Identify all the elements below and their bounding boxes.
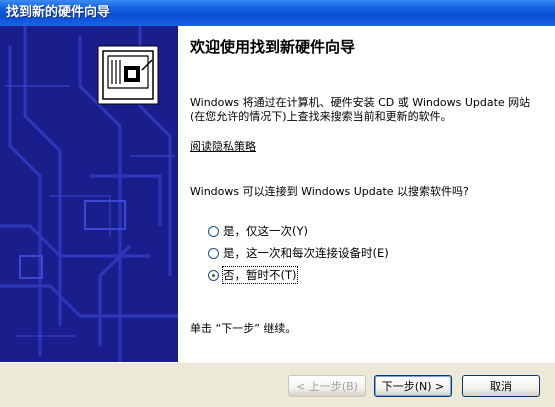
hardware-card-icon bbox=[97, 45, 159, 105]
wizard-content: 欢迎使用找到新硬件向导 Windows 将通过在计算机、硬件安装 CD 或 Wi… bbox=[178, 26, 555, 362]
wizard-description: Windows 将通过在计算机、硬件安装 CD 或 Windows Update… bbox=[190, 96, 531, 123]
option-yes-every-time-label: 是，这一次和每次连接设备时(E) bbox=[223, 246, 389, 260]
radio-yes-this-time[interactable] bbox=[208, 225, 219, 237]
privacy-policy-link[interactable]: 阅读隐私策略 bbox=[190, 138, 256, 154]
cancel-button[interactable]: 取消 bbox=[462, 375, 540, 397]
option-yes-every-time[interactable]: 是，这一次和每次连接设备时(E) bbox=[208, 245, 389, 261]
option-yes-this-time[interactable]: 是，仅这一次(Y) bbox=[208, 223, 308, 239]
continue-instruction: 单击 “下一步” 继续。 bbox=[190, 322, 297, 335]
wizard-side-panel bbox=[0, 26, 178, 362]
radio-yes-every-time[interactable] bbox=[208, 247, 219, 259]
back-button[interactable]: < 上一步(B) bbox=[288, 375, 366, 397]
update-question: Windows 可以连接到 Windows Update 以搜索软件吗? bbox=[190, 185, 469, 198]
window-title: 找到新的硬件向导 bbox=[6, 5, 111, 20]
circuit-pattern-graphic bbox=[0, 26, 178, 362]
radio-no-not-now[interactable] bbox=[208, 269, 219, 281]
option-yes-this-time-label: 是，仅这一次(Y) bbox=[223, 224, 308, 238]
wizard-heading: 欢迎使用找到新硬件向导 bbox=[190, 38, 356, 56]
window-title-bar[interactable]: 找到新的硬件向导 bbox=[0, 0, 555, 26]
option-no-not-now[interactable]: 否，暂时不(T) bbox=[208, 266, 298, 284]
next-button[interactable]: 下一步(N) > bbox=[374, 375, 452, 397]
button-bar: < 上一步(B) 下一步(N) > 取消 bbox=[0, 362, 555, 407]
option-no-not-now-label: 否，暂时不(T) bbox=[222, 266, 298, 284]
